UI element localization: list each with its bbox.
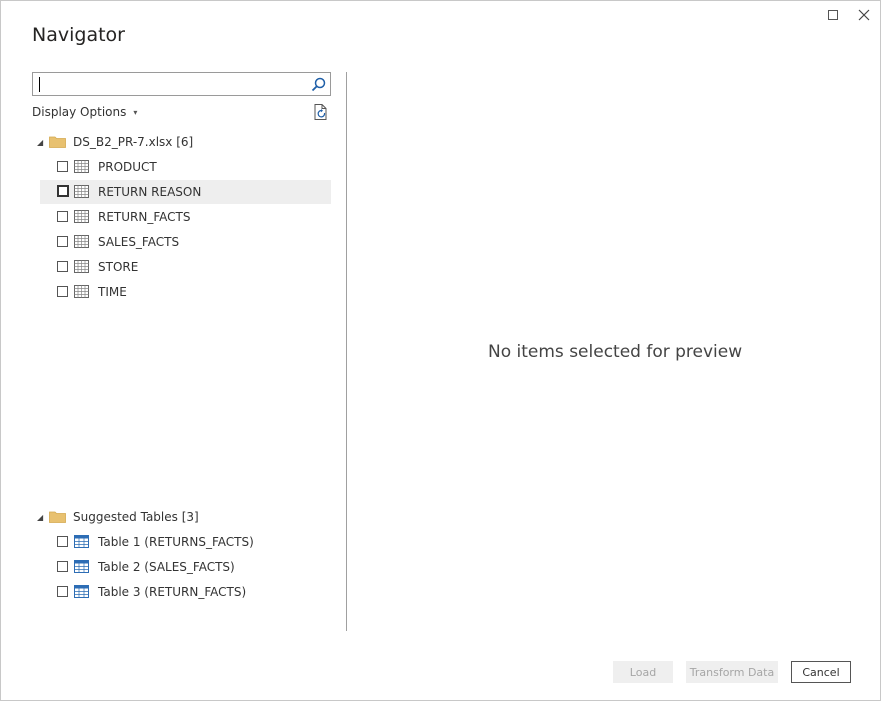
tree-item-label: Table 1 (RETURNS_FACTS) <box>98 535 254 549</box>
tree-item-store[interactable]: STORE <box>40 255 331 279</box>
tree-item-product[interactable]: PRODUCT <box>40 155 331 179</box>
refresh-icon[interactable] <box>312 103 330 121</box>
tree-item-label: SALES_FACTS <box>98 235 180 249</box>
checkbox[interactable] <box>57 236 68 247</box>
preview-empty-message: No items selected for preview <box>488 342 743 362</box>
tree-item-label: Table 2 (SALES_FACTS) <box>98 560 235 574</box>
checkbox[interactable] <box>57 211 68 222</box>
tree-item-return-facts[interactable]: RETURN_FACTS <box>40 205 331 229</box>
display-options-dropdown[interactable]: Display Options ▾ <box>32 105 137 119</box>
search-box[interactable] <box>32 72 331 96</box>
web-table-icon <box>74 535 89 548</box>
web-table-icon <box>74 560 89 573</box>
search-input[interactable] <box>37 75 307 93</box>
maximize-icon <box>828 10 838 20</box>
tree-item-time[interactable]: TIME <box>40 280 331 304</box>
tree-item-return-reason[interactable]: RETURN REASON <box>40 180 331 204</box>
checkbox[interactable] <box>57 586 68 597</box>
expander-icon[interactable]: ◢ <box>37 513 47 522</box>
search-icon[interactable] <box>310 76 327 93</box>
folder-icon <box>49 511 66 523</box>
checkbox[interactable] <box>57 561 68 572</box>
tree-folder-source[interactable]: ◢ DS_B2_PR-7.xlsx [6] <box>37 130 331 154</box>
tree-item-label: Table 3 (RETURN_FACTS) <box>98 585 247 599</box>
tree-folder-suggested[interactable]: ◢ Suggested Tables [3] <box>37 505 331 529</box>
close-icon <box>858 9 870 21</box>
maximize-button[interactable] <box>823 6 843 24</box>
display-options-label: Display Options <box>32 105 127 119</box>
chevron-down-icon: ▾ <box>133 107 138 117</box>
folder-icon <box>49 136 66 148</box>
pane-splitter[interactable] <box>346 72 347 631</box>
tree-item-label: RETURN REASON <box>98 185 202 199</box>
checkbox[interactable] <box>57 161 68 172</box>
tree-item-label: RETURN_FACTS <box>98 210 191 224</box>
tree-item-label: PRODUCT <box>98 160 157 174</box>
navigator-dialog: Navigator Display Options ▾ ◢ DS_B2_PR-7… <box>0 0 881 701</box>
tree-item-table-2[interactable]: Table 2 (SALES_FACTS) <box>40 555 331 579</box>
checkbox[interactable] <box>57 185 69 197</box>
load-button[interactable]: Load <box>613 661 673 683</box>
sheet-table-icon <box>74 210 89 223</box>
sheet-table-icon <box>74 260 89 273</box>
tree-item-label: TIME <box>98 285 127 299</box>
tree-item-sales-facts[interactable]: SALES_FACTS <box>40 230 331 254</box>
tree-item-table-1[interactable]: Table 1 (RETURNS_FACTS) <box>40 530 331 554</box>
transform-data-button[interactable]: Transform Data <box>686 661 778 683</box>
tree-item-label: STORE <box>98 260 139 274</box>
expander-icon[interactable]: ◢ <box>37 138 47 147</box>
sheet-table-icon <box>74 285 89 298</box>
cancel-button[interactable]: Cancel <box>791 661 851 683</box>
folder-label: DS_B2_PR-7.xlsx [6] <box>73 135 194 149</box>
checkbox[interactable] <box>57 536 68 547</box>
sheet-table-icon <box>74 235 89 248</box>
sheet-table-icon <box>74 160 89 173</box>
checkbox[interactable] <box>57 261 68 272</box>
close-button[interactable] <box>854 6 874 24</box>
web-table-icon <box>74 585 89 598</box>
dialog-title: Navigator <box>32 24 125 46</box>
folder-label: Suggested Tables [3] <box>73 510 199 524</box>
checkbox[interactable] <box>57 286 68 297</box>
tree-item-table-3[interactable]: Table 3 (RETURN_FACTS) <box>40 580 331 604</box>
sheet-table-icon <box>74 185 89 198</box>
